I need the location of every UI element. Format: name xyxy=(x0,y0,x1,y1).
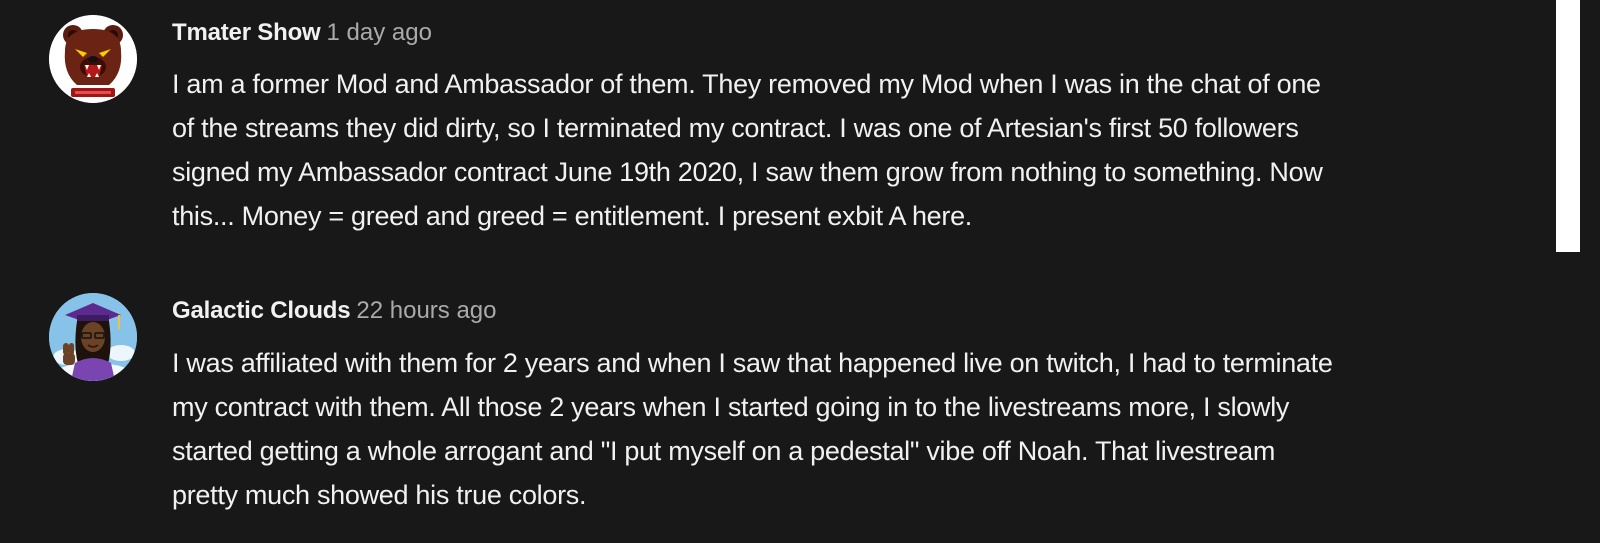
comment-text-line: signed my Ambassador contract June 19th … xyxy=(172,157,1323,187)
comment: Tmater Show 1 day ago I am a former Mod a… xyxy=(0,0,1580,252)
comment-list: Tmater Show 1 day ago I am a former Mod a… xyxy=(0,0,1600,543)
comment-text-line: pretty much showed his true colors. xyxy=(172,480,587,510)
comment-text-line: my contract with them. All those 2 years… xyxy=(172,392,1290,422)
author-name[interactable]: Tmater Show xyxy=(172,19,321,46)
comment-text: I was affiliated with them for 2 years a… xyxy=(172,341,1542,517)
comment-header: Tmater Show 1 day ago xyxy=(172,19,432,47)
comment: Galactic Clouds 22 hours ago I was affili… xyxy=(0,286,1580,543)
avatar[interactable] xyxy=(49,15,137,103)
avatar[interactable] xyxy=(49,293,137,381)
scrollbar-gutter xyxy=(1556,0,1580,252)
comment-text-line: I was affiliated with them for 2 years a… xyxy=(172,348,1333,378)
timestamp[interactable]: 22 hours ago xyxy=(356,297,496,324)
comment-header: Galactic Clouds 22 hours ago xyxy=(172,297,497,325)
comment-text: I am a former Mod and Ambassador of them… xyxy=(172,62,1542,238)
comment-text-line: started getting a whole arrogant and "I … xyxy=(172,436,1276,466)
bear-logo-icon xyxy=(49,15,137,103)
comment-text-line: of the streams they did dirty, so I term… xyxy=(172,113,1299,143)
author-name[interactable]: Galactic Clouds xyxy=(172,297,351,324)
comment-text-line: this... Money = greed and greed = entitl… xyxy=(172,201,973,231)
comment-text-line: I am a former Mod and Ambassador of them… xyxy=(172,69,1321,99)
timestamp[interactable]: 1 day ago xyxy=(327,19,432,46)
graduate-character-icon xyxy=(49,293,137,381)
